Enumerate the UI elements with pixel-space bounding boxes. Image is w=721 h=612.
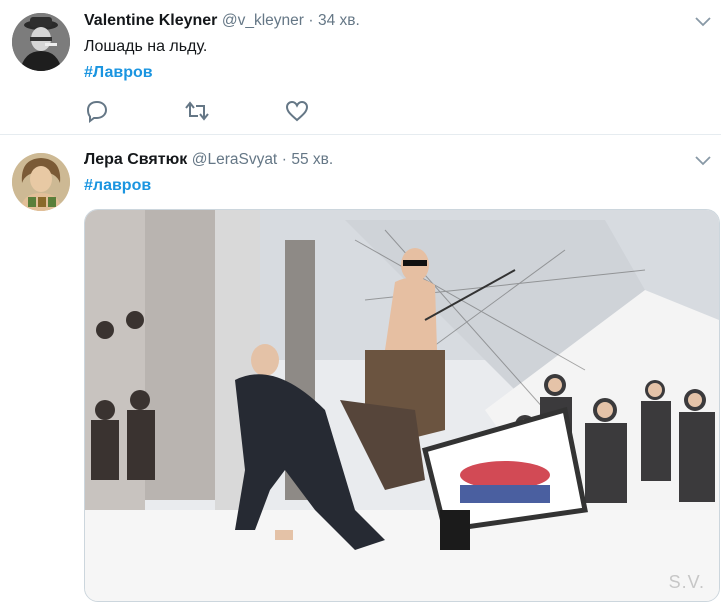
tweet-media-photo[interactable]: S.V.	[84, 209, 720, 602]
author-name[interactable]: Лера Святюк	[84, 151, 187, 168]
author-name[interactable]: Valentine Kleyner	[84, 12, 217, 29]
chevron-down-icon[interactable]	[695, 16, 711, 28]
tweet[interactable]: Valentine Kleyner @v_kleyner · 34 хв. Ло…	[0, 0, 721, 135]
separator-dot: ·	[281, 151, 287, 168]
tweet[interactable]: Лера Святюк @LeraSvyat · 55 хв. #лавров	[0, 135, 721, 612]
retweet-icon[interactable]	[184, 98, 210, 124]
separator-dot: ·	[308, 12, 314, 29]
reply-icon[interactable]	[84, 98, 110, 124]
tweet-text: Лошадь на льду.	[84, 38, 208, 55]
chevron-down-icon[interactable]	[695, 155, 711, 167]
avatar-photo-icon	[12, 13, 70, 71]
avatar-photo-icon	[12, 153, 70, 211]
author-handle[interactable]: @LeraSvyat	[192, 151, 278, 168]
photo-icon	[85, 210, 719, 601]
timestamp[interactable]: 34 хв.	[318, 12, 360, 29]
tweet-header: Valentine Kleyner @v_kleyner · 34 хв.	[84, 12, 360, 30]
avatar[interactable]	[12, 153, 70, 211]
avatar[interactable]	[12, 13, 70, 71]
like-icon[interactable]	[284, 98, 310, 124]
author-handle[interactable]: @v_kleyner	[222, 12, 304, 29]
hashtag-link[interactable]: #Лавров	[84, 64, 153, 82]
media-watermark: S.V.	[668, 572, 705, 592]
timestamp[interactable]: 55 хв.	[291, 151, 333, 168]
hashtag-link[interactable]: #лавров	[84, 177, 151, 195]
tweet-header: Лера Святюк @LeraSvyat · 55 хв.	[84, 151, 333, 169]
